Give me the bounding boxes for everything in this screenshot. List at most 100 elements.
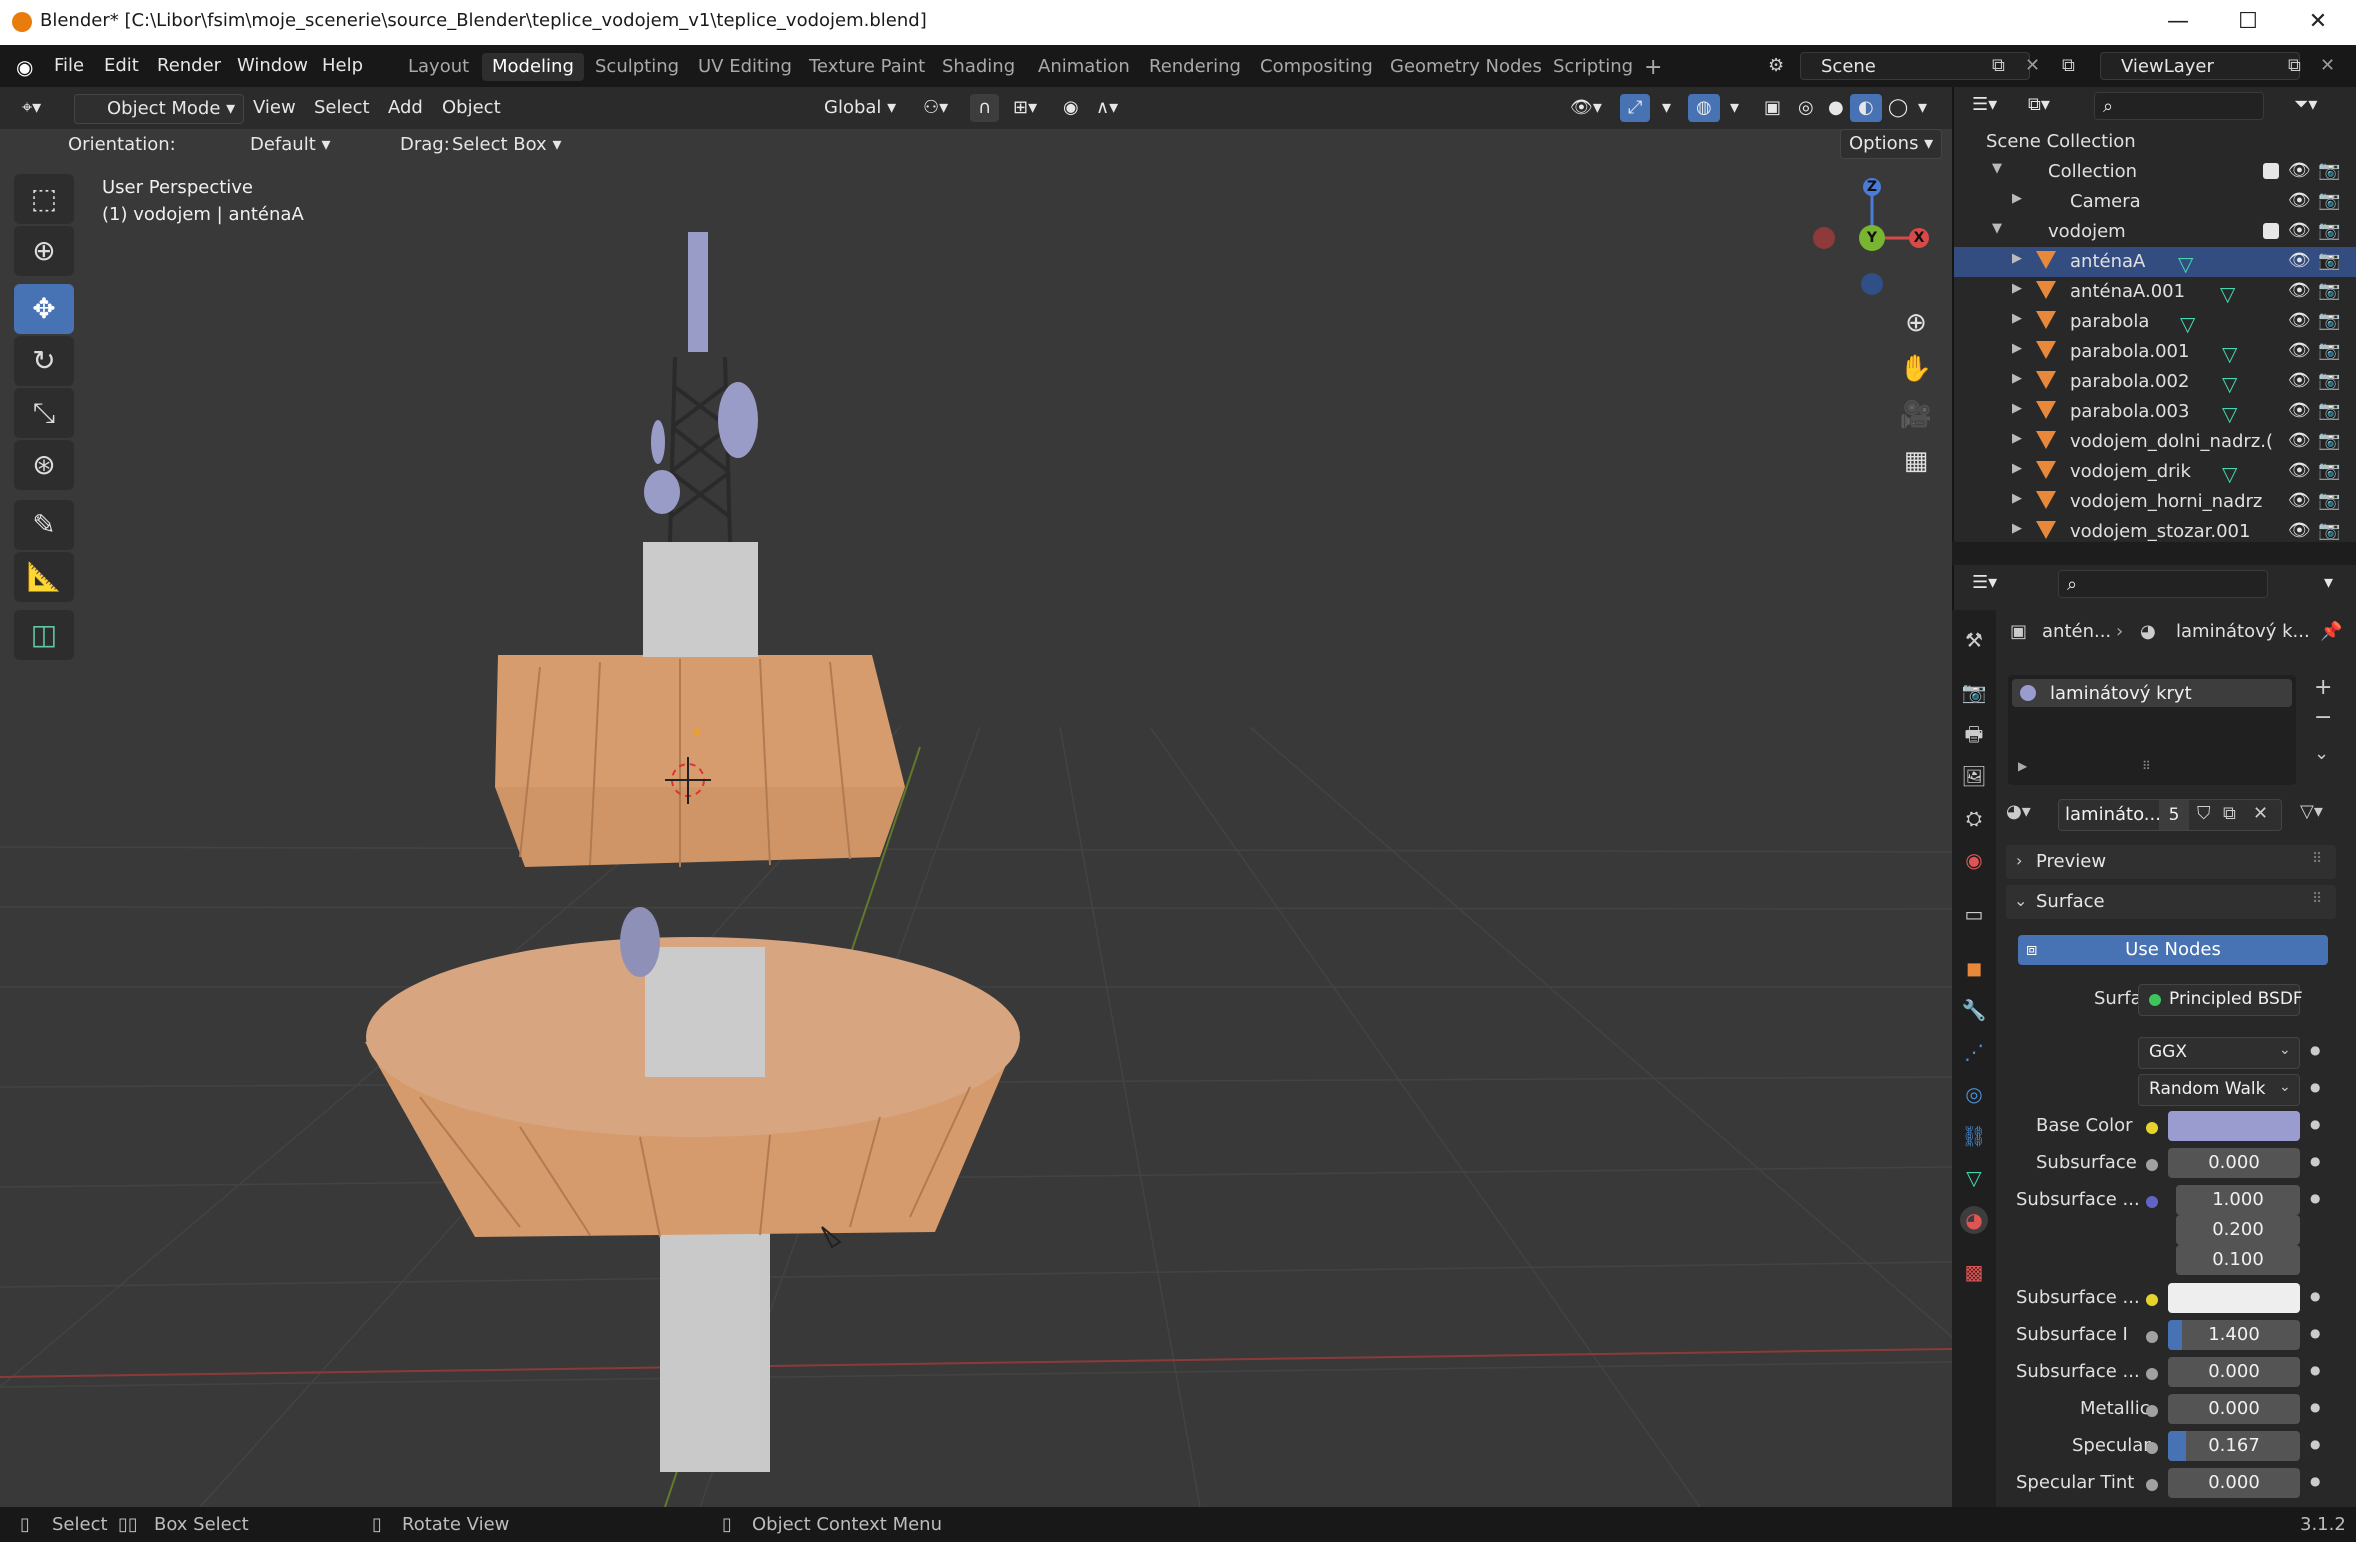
expand-triangle-icon[interactable]: ▶: [2012, 191, 2022, 206]
maximize-button[interactable]: ☐: [2218, 6, 2278, 38]
expand-triangle-icon[interactable]: ▶: [2012, 311, 2022, 326]
preview-panel-header[interactable]: › Preview ⠿: [2006, 845, 2336, 879]
keyframe-dot-icon[interactable]: ●: [2310, 1080, 2320, 1094]
viewlayer-browse-icon[interactable]: ⧉: [2062, 55, 2075, 76]
navigation-gizmo[interactable]: Z X Y: [1810, 174, 1940, 304]
outliner-row-scene-collection[interactable]: Scene Collection: [1954, 127, 2356, 157]
panel-grip-icon[interactable]: ⠿: [2312, 891, 2322, 907]
filter-icon[interactable]: ⏷▾: [2286, 91, 2325, 119]
duplicate-material-icon[interactable]: ⧉: [2223, 803, 2236, 824]
unlink-material-icon[interactable]: ✕: [2253, 803, 2268, 824]
orientation-dropdown[interactable]: Default ▾: [216, 131, 339, 159]
outliner-search-input[interactable]: ⌕: [2094, 92, 2264, 120]
subsurface-anisotropy-field[interactable]: 0.000: [2168, 1357, 2300, 1387]
expand-triangle-icon[interactable]: ▶: [2012, 371, 2022, 386]
outliner-row-object-6[interactable]: ▶ vodojem_dolni_nadrz.( 👁 📷: [1954, 427, 2356, 457]
tab-scripting[interactable]: Scripting: [1543, 53, 1643, 81]
tab-animation[interactable]: Animation: [1028, 53, 1140, 81]
slot-menu-icon[interactable]: ⌄: [2314, 743, 2329, 764]
object-tab-icon[interactable]: ◼: [1960, 954, 1988, 982]
physics-tab-icon[interactable]: ◎: [1960, 1080, 1988, 1108]
outliner-row-object-4[interactable]: ▶ parabola.002 ▽ 👁 📷: [1954, 367, 2356, 397]
measure-tool-icon[interactable]: 📐: [14, 552, 74, 602]
expand-triangle-icon[interactable]: ▶: [2012, 521, 2022, 536]
scene-remove-icon[interactable]: ✕: [2025, 55, 2040, 76]
render-camera-icon[interactable]: 📷: [2318, 370, 2340, 391]
user-count[interactable]: 5: [2159, 800, 2189, 830]
expand-triangle-icon[interactable]: ▶: [2012, 491, 2022, 506]
add-cube-tool-icon[interactable]: ◫: [14, 610, 74, 660]
render-camera-icon[interactable]: 📷: [2318, 310, 2340, 331]
eye-icon[interactable]: 👁: [2288, 430, 2311, 451]
add-workspace-icon[interactable]: +: [1644, 55, 1662, 80]
exclude-checkbox[interactable]: [2263, 163, 2279, 179]
annotate-tool-icon[interactable]: ✎: [14, 500, 74, 550]
eye-icon[interactable]: 👁: [2288, 190, 2311, 211]
viewlayer-new-icon[interactable]: ⧉: [2288, 55, 2301, 76]
link-mode-icon[interactable]: ▽▾: [2300, 801, 2323, 822]
eye-icon[interactable]: 👁: [2288, 310, 2311, 331]
tab-layout[interactable]: Layout: [398, 53, 479, 81]
shading-material-icon[interactable]: ◐: [1850, 94, 1882, 122]
transform-orientation-dropdown[interactable]: Global ▾: [790, 94, 904, 122]
collection-tab-icon[interactable]: ▭: [1960, 900, 1988, 928]
overlay-dropdown-icon[interactable]: ▾: [1722, 94, 1747, 122]
pivot-point-icon[interactable]: ⚇▾: [915, 94, 956, 122]
tool-tab-icon[interactable]: ⚒: [1960, 626, 1988, 654]
subsurface-radius-z-field[interactable]: 0.100: [2176, 1245, 2300, 1275]
pan-hand-icon[interactable]: ✋: [1896, 346, 1936, 392]
data-tab-icon[interactable]: ▽: [1960, 1164, 1988, 1192]
tab-shading[interactable]: Shading: [932, 53, 1025, 81]
material-tab-icon[interactable]: ◕: [1960, 1206, 1988, 1234]
properties-options-icon[interactable]: ▾: [2316, 569, 2341, 597]
visibility-icon[interactable]: 👁▾: [1562, 94, 1610, 122]
shading-solid-icon[interactable]: ●: [1820, 94, 1852, 122]
overlay-toggle-icon[interactable]: ◍: [1688, 94, 1720, 122]
tab-uv-editing[interactable]: UV Editing: [688, 53, 802, 81]
view-layer-tab-icon[interactable]: 🖼: [1960, 762, 1988, 790]
snap-toggle-icon[interactable]: ∩: [970, 94, 1000, 122]
menu-render[interactable]: Render: [157, 55, 221, 76]
menu-select[interactable]: Select: [306, 94, 378, 122]
base-color-swatch[interactable]: [2168, 1111, 2300, 1141]
tab-compositing[interactable]: Compositing: [1250, 53, 1383, 81]
specular-tint-field[interactable]: 0.000: [2168, 1468, 2300, 1498]
menu-file[interactable]: File: [54, 55, 84, 76]
tab-sculpting[interactable]: Sculpting: [585, 53, 689, 81]
gizmo-dropdown-icon[interactable]: ▾: [1654, 94, 1679, 122]
keyframe-dot-icon[interactable]: ●: [2310, 1289, 2320, 1303]
camera-view-icon[interactable]: 🎥: [1896, 392, 1936, 438]
render-camera-icon[interactable]: 📷: [2318, 250, 2340, 271]
select-box-tool-icon[interactable]: ⬚: [14, 174, 74, 224]
minimize-button[interactable]: —: [2148, 6, 2208, 38]
keyframe-dot-icon[interactable]: ●: [2310, 1400, 2320, 1414]
scene-browse-icon[interactable]: ⚙: [1768, 55, 1784, 76]
outliner-row-object-0[interactable]: ▶ anténaA ▽ 👁 📷: [1954, 247, 2356, 277]
keyframe-dot-icon[interactable]: ●: [2310, 1474, 2320, 1488]
expand-triangle-icon[interactable]: ▶: [2012, 281, 2022, 296]
drag-dropdown[interactable]: Select Box ▾: [444, 131, 569, 159]
falloff-icon[interactable]: ∧▾: [1088, 94, 1126, 122]
menu-edit[interactable]: Edit: [104, 55, 139, 76]
viewlayer-remove-icon[interactable]: ✕: [2320, 55, 2335, 76]
scene-tab-icon[interactable]: ⛭: [1960, 804, 1988, 832]
render-camera-icon[interactable]: 📷: [2318, 430, 2340, 451]
expand-triangle-icon[interactable]: ▶: [2012, 431, 2022, 446]
tab-geometry-nodes[interactable]: Geometry Nodes: [1380, 53, 1552, 81]
close-button[interactable]: ✕: [2288, 6, 2348, 38]
render-camera-icon[interactable]: 📷: [2318, 280, 2340, 301]
eye-icon[interactable]: 👁: [2288, 520, 2311, 541]
metallic-field[interactable]: 0.000: [2168, 1394, 2300, 1424]
snap-settings-icon[interactable]: ⊞▾: [1005, 94, 1045, 122]
output-tab-icon[interactable]: 🖶: [1960, 720, 1988, 748]
menu-object[interactable]: Object: [434, 94, 509, 122]
outliner-row-object-1[interactable]: ▶ anténaA.001 ▽ 👁 📷: [1954, 277, 2356, 307]
tab-rendering[interactable]: Rendering: [1139, 53, 1251, 81]
fake-user-icon[interactable]: ⛉: [2197, 803, 2211, 824]
shading-dropdown-icon[interactable]: ▾: [1910, 94, 1935, 122]
keyframe-dot-icon[interactable]: ●: [2310, 1326, 2320, 1340]
move-tool-icon[interactable]: ✥: [14, 284, 74, 334]
outliner-display-mode-icon[interactable]: ⧉▾: [2020, 91, 2058, 119]
subsurface-ior-field[interactable]: 1.400: [2168, 1320, 2300, 1350]
specular-field[interactable]: 0.167: [2168, 1431, 2300, 1461]
